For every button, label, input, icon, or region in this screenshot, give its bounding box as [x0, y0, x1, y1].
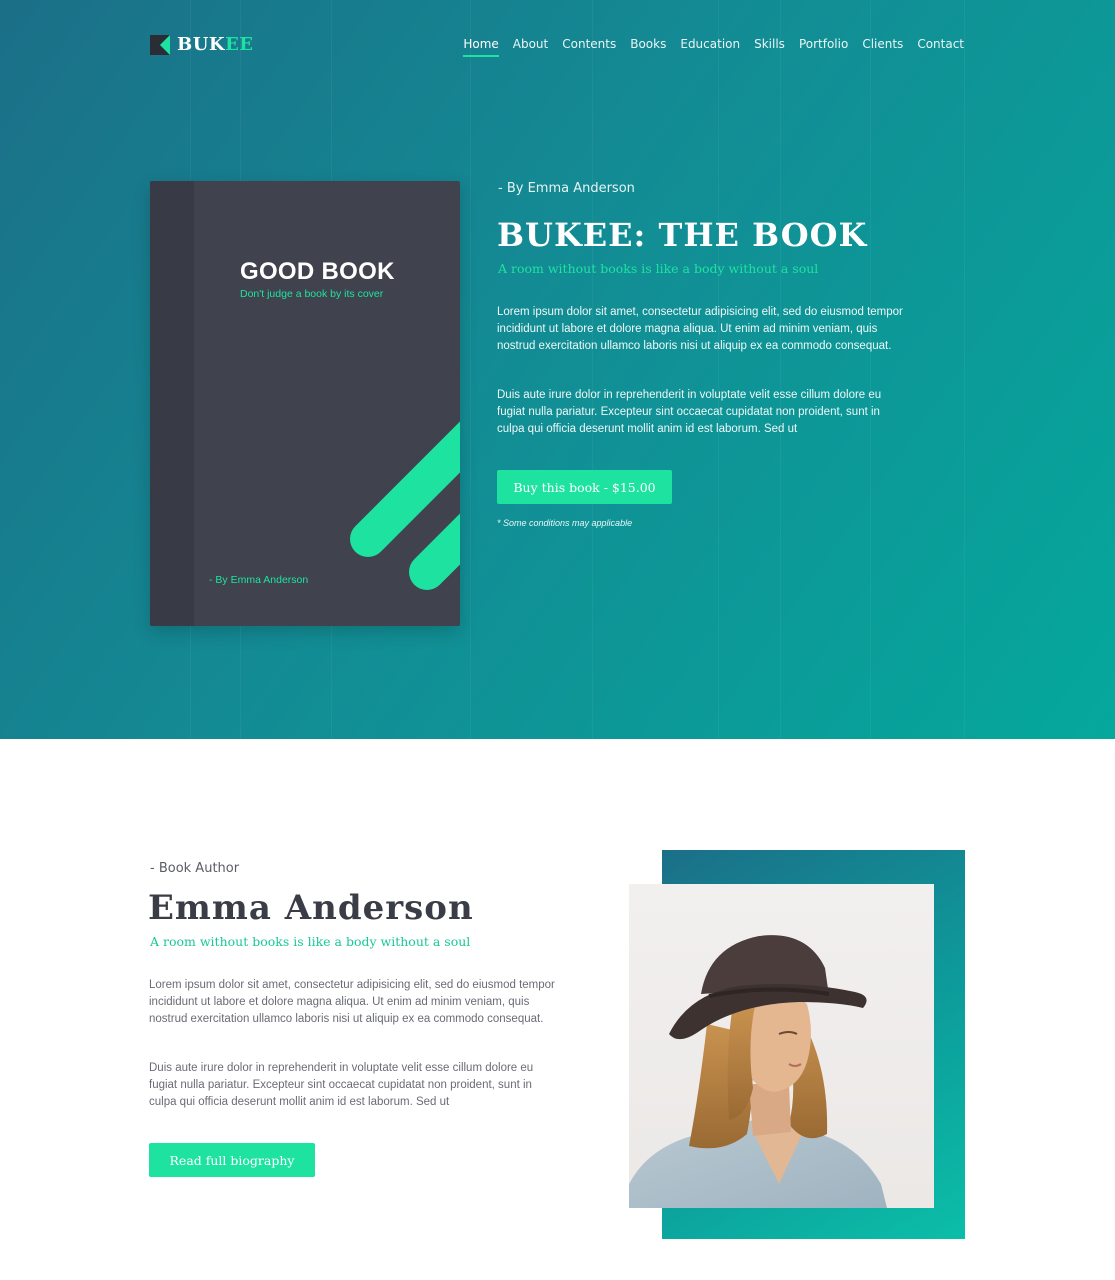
- hero-byline: - By Emma Anderson: [498, 181, 635, 196]
- hero-title: BUKEE: THE BOOK: [497, 216, 868, 254]
- logo-text: BUKEE: [177, 34, 254, 55]
- logo[interactable]: BUKEE: [150, 34, 254, 55]
- book-title: GOOD BOOK: [240, 258, 395, 285]
- nav-education[interactable]: Education: [680, 37, 740, 57]
- nav-clients[interactable]: Clients: [862, 37, 903, 57]
- book-tagline: Don't judge a book by its cover: [240, 288, 384, 300]
- nav-skills[interactable]: Skills: [754, 37, 785, 57]
- author-paragraph-2: Duis aute irure dolor in reprehenderit i…: [149, 1062, 534, 1108]
- hero-section: BUKEE Home About Contents Books Educatio…: [0, 0, 1115, 739]
- nav-contents[interactable]: Contents: [562, 37, 616, 57]
- author-paragraph-1: Lorem ipsum dolor sit amet, consectetur …: [149, 979, 555, 1025]
- cover-stripes-graphic: [350, 421, 460, 590]
- author-portrait-illustration: [629, 935, 887, 1208]
- nav-books[interactable]: Books: [630, 37, 666, 57]
- conditions-note: * Some conditions may applicable: [497, 518, 633, 528]
- hero-paragraph-1: Lorem ipsum dolor sit amet, consectetur …: [497, 306, 903, 352]
- author-name: Emma Anderson: [148, 888, 474, 928]
- book-author: - By Emma Anderson: [209, 574, 309, 586]
- hero-paragraph-2: Duis aute irure dolor in reprehenderit i…: [497, 389, 882, 435]
- bookmark-flag-icon: [150, 34, 170, 55]
- author-photo: [629, 884, 934, 1208]
- logo-text-green: EE: [225, 34, 254, 55]
- nav-contact[interactable]: Contact: [917, 37, 964, 57]
- buy-book-button[interactable]: Buy this book - $15.00: [497, 470, 672, 504]
- author-subtitle: A room without books is like a body with…: [150, 934, 471, 949]
- read-biography-button[interactable]: Read full biography: [149, 1143, 315, 1177]
- nav-portfolio[interactable]: Portfolio: [799, 37, 848, 57]
- hero-subtitle: A room without books is like a body with…: [498, 261, 819, 276]
- nav-home[interactable]: Home: [463, 37, 500, 57]
- book-cover: GOOD BOOK Don't judge a book by its cove…: [150, 181, 460, 626]
- author-label: - Book Author: [150, 861, 240, 876]
- main-nav: Home About Contents Books Education Skil…: [463, 37, 964, 57]
- nav-about[interactable]: About: [513, 37, 548, 57]
- logo-text-white: BUK: [177, 34, 226, 55]
